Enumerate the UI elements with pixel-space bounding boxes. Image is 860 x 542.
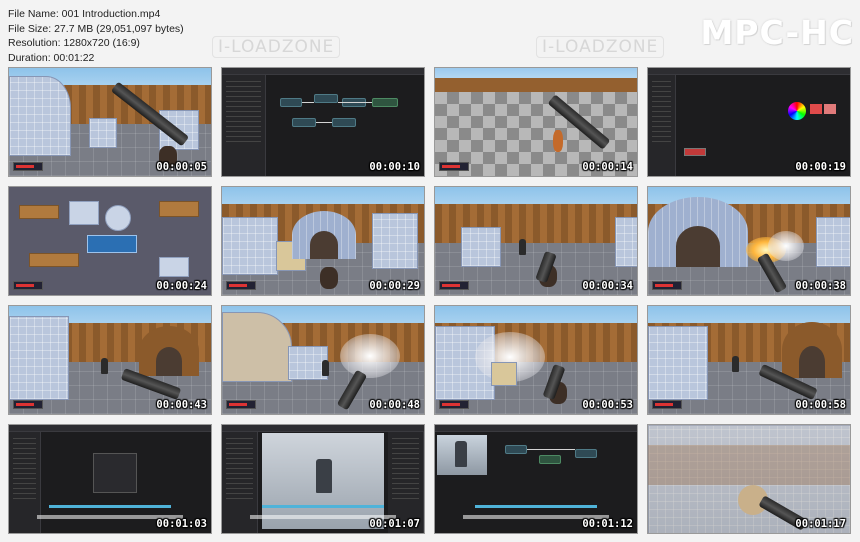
thumbnail-grid: 00:00:05 00:00:10 00:00:14 00:00:19 00:0…: [8, 67, 854, 534]
timestamp: 00:01:17: [795, 518, 846, 530]
game-hud: [439, 162, 469, 171]
thumbnail-8[interactable]: 00:00:38: [647, 186, 851, 296]
game-scene-image: [222, 187, 424, 295]
timestamp: 00:00:10: [369, 161, 420, 173]
duration-text: Duration: 00:01:22: [8, 51, 95, 64]
timestamp: 00:00:14: [582, 161, 633, 173]
game-hud: [13, 281, 43, 290]
watermark-text: I-LOADZONE: [536, 36, 665, 58]
thumbnail-13[interactable]: 00:01:03: [8, 424, 212, 534]
timestamp: 00:01:07: [369, 518, 420, 530]
editor-scene-image: [222, 68, 424, 176]
game-hud: [13, 400, 43, 409]
timestamp: 00:00:05: [156, 161, 207, 173]
timestamp: 00:01:12: [582, 518, 633, 530]
game-scene-image: [648, 187, 850, 295]
thumbnail-3[interactable]: 00:00:14: [434, 67, 638, 177]
game-scene-image: [222, 306, 424, 414]
timestamp: 00:00:53: [582, 399, 633, 411]
game-hud: [226, 400, 256, 409]
timestamp: 00:00:43: [156, 399, 207, 411]
game-hud: [226, 281, 256, 290]
game-scene-image: [435, 68, 637, 176]
timestamp: 00:00:48: [369, 399, 420, 411]
thumbnail-15[interactable]: 00:01:12: [434, 424, 638, 534]
thumbnail-4[interactable]: 00:00:19: [647, 67, 851, 177]
thumbnail-14[interactable]: 00:01:07: [221, 424, 425, 534]
game-hud: [652, 281, 682, 290]
editor-scene-image: [9, 425, 211, 533]
game-scene-image: [435, 306, 637, 414]
timestamp: 00:00:29: [369, 280, 420, 292]
game-scene-image: [648, 306, 850, 414]
thumbnail-2[interactable]: 00:00:10: [221, 67, 425, 177]
thumbnail-12[interactable]: 00:00:58: [647, 305, 851, 415]
timestamp: 00:00:19: [795, 161, 846, 173]
game-hud: [13, 162, 43, 171]
timestamp: 00:00:24: [156, 280, 207, 292]
file-info-header: File Name: 001 Introduction.mp4 File Siz…: [8, 7, 328, 65]
game-scene-image: [9, 187, 211, 295]
timestamp: 00:00:38: [795, 280, 846, 292]
thumbnail-5[interactable]: 00:00:24: [8, 186, 212, 296]
timestamp: 00:01:03: [156, 518, 207, 530]
game-hud: [652, 400, 682, 409]
game-scene-image: [435, 187, 637, 295]
thumbnail-7[interactable]: 00:00:34: [434, 186, 638, 296]
game-scene-image: [9, 68, 211, 176]
file-name-text: File Name: 001 Introduction.mp4: [8, 8, 161, 20]
resolution-text: Resolution: 1280x720 (16:9): [8, 37, 140, 49]
thumbnail-16[interactable]: 00:01:17: [647, 424, 851, 534]
thumbnail-10[interactable]: 00:00:48: [221, 305, 425, 415]
thumbnail-9[interactable]: 00:00:43: [8, 305, 212, 415]
editor-scene-image: [648, 68, 850, 176]
timestamp: 00:00:34: [582, 280, 633, 292]
timestamp: 00:00:58: [795, 399, 846, 411]
game-scene-image: [648, 425, 850, 533]
thumbnail-6[interactable]: 00:00:29: [221, 186, 425, 296]
game-hud: [439, 281, 469, 290]
file-size-text: File Size: 27.7 MB (29,051,097 bytes): [8, 22, 184, 35]
mpc-hc-logo: MPC-HC: [700, 13, 854, 52]
editor-scene-image: [435, 425, 637, 533]
thumbnail-11[interactable]: 00:00:53: [434, 305, 638, 415]
game-hud: [439, 400, 469, 409]
thumbnail-1[interactable]: 00:00:05: [8, 67, 212, 177]
game-scene-image: [9, 306, 211, 414]
editor-scene-image: [222, 425, 424, 533]
